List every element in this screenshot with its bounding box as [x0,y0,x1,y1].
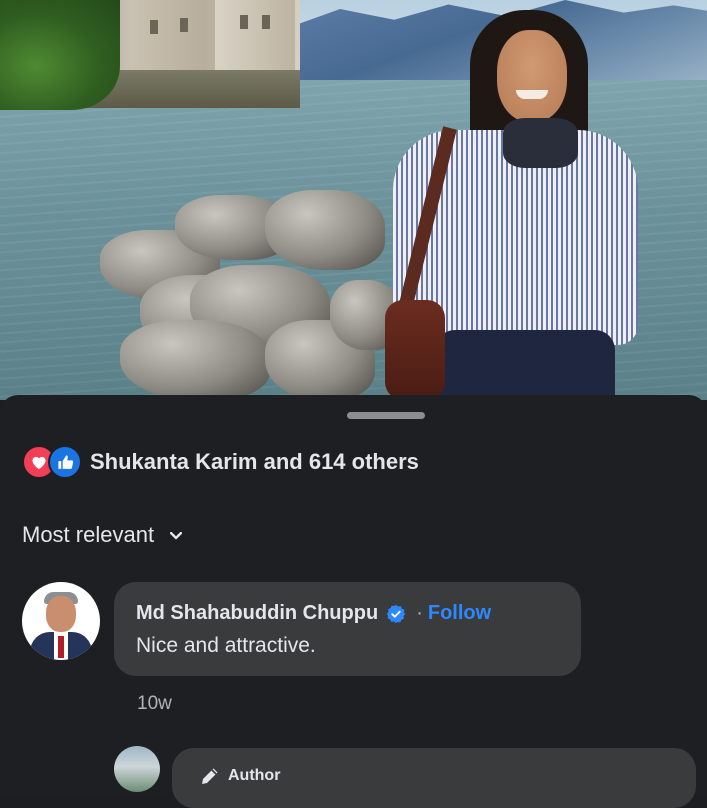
photo-window [240,15,248,29]
comments-sheet: Shukanta Karim and 614 others Most relev… [0,395,707,808]
separator-dot: · [416,602,423,624]
reactions-count-text: Shukanta Karim and 614 others [90,449,419,474]
reactions-summary[interactable]: Shukanta Karim and 614 others [22,445,419,479]
sort-dropdown[interactable]: Most relevant [22,522,183,548]
comment-bubble[interactable]: Md Shahabuddin Chuppu · Follow Nice and … [114,582,581,676]
author-badge: Author [198,764,280,788]
comment-header: Md Shahabuddin Chuppu · Follow [136,602,491,625]
photo-window [262,15,270,29]
sort-label: Most relevant [22,522,155,547]
author-badge-label: Author [228,767,281,784]
commenter-name[interactable]: Md Shahabuddin Chuppu [136,602,378,625]
reply-author-avatar[interactable] [114,746,160,792]
sheet-drag-handle[interactable] [347,412,425,419]
photo-window [150,20,158,34]
post-photo[interactable] [0,0,707,400]
photo-rock [120,320,270,400]
follow-button[interactable]: Follow [428,602,491,625]
comment-timestamp[interactable]: 10w [137,693,172,715]
chevron-down-icon [169,527,183,543]
like-reaction-icon [48,445,82,479]
photo-window [180,18,188,32]
photo-trees [0,0,120,110]
comment-text: Nice and attractive. [136,634,316,657]
photo-rock [265,190,385,270]
verified-badge-icon [386,604,406,624]
photo-person [385,10,645,400]
pencil-icon [202,768,218,784]
commenter-avatar[interactable] [22,582,100,660]
reply-bubble[interactable]: Author [172,748,696,808]
